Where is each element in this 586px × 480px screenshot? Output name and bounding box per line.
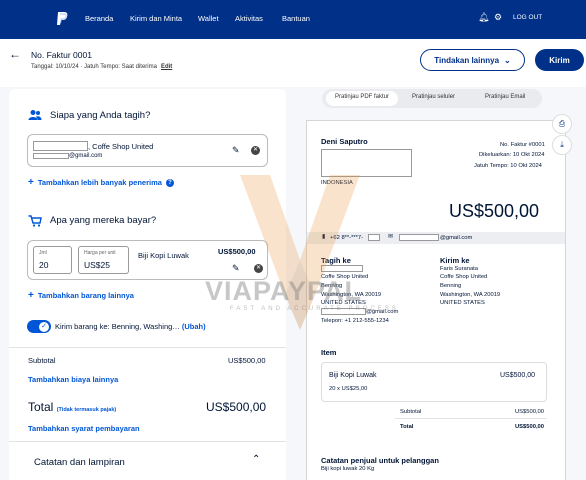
preview-item-amount: US$500,00 bbox=[500, 372, 536, 379]
download-icon[interactable]: ⤓ bbox=[552, 135, 572, 155]
preview-subtotal: US$500,00 bbox=[515, 409, 545, 415]
preview-invoice-no: No. Faktur #0001 bbox=[500, 142, 545, 148]
invoice-meta: Tanggal: 10/10/24 · Jatuh Tempo: Saat di… bbox=[31, 64, 173, 70]
notes-label: Catatan penjual untuk pelanggan bbox=[321, 456, 439, 465]
redacted-bill-name bbox=[321, 265, 363, 272]
pencil-icon[interactable]: ✎ bbox=[232, 145, 240, 156]
seller-phone: +62 8**-***7- bbox=[330, 235, 364, 241]
bill-phone: Telepon: +1 212-555-1234 bbox=[321, 318, 389, 324]
nav-activity[interactable]: Aktivitas bbox=[235, 14, 263, 23]
mail-icon: ✉ bbox=[388, 234, 393, 240]
preview-item-name: Biji Kopi Luwak bbox=[329, 372, 377, 379]
notes-text: Biji kopi luwak 20 Kg bbox=[321, 466, 375, 472]
redacted-name bbox=[33, 141, 88, 151]
ship-line: UNITED STATES bbox=[440, 300, 485, 306]
plus-icon: + bbox=[28, 290, 34, 301]
bell-icon[interactable]: 🔔︎ bbox=[478, 12, 489, 23]
divider bbox=[395, 418, 547, 419]
more-actions-button[interactable]: Tindakan lainnya ⌄ bbox=[420, 49, 525, 71]
plus-icon: + bbox=[28, 177, 34, 188]
item-amount: US$500,00 bbox=[218, 247, 256, 256]
divider bbox=[9, 347, 286, 348]
nav-help[interactable]: Bantuan bbox=[282, 14, 310, 23]
recipient-name: , Coffe Shop United bbox=[88, 142, 154, 151]
phone-icon: ▮ bbox=[322, 234, 326, 240]
users-icon bbox=[28, 110, 42, 120]
chevron-up-icon[interactable]: ⌃ bbox=[252, 454, 260, 465]
remove-icon[interactable]: ✕ bbox=[251, 146, 260, 155]
add-recipient-link[interactable]: + Tambahkan lebih banyak penerima? bbox=[28, 177, 174, 188]
preview-amount: US$500,00 bbox=[449, 201, 540, 221]
price-label: Harga per unit bbox=[84, 250, 116, 256]
bill-to-label: Tagih ke bbox=[321, 256, 351, 265]
gear-icon[interactable]: ⚙ bbox=[494, 12, 502, 23]
chevron-down-icon: ⌄ bbox=[504, 55, 511, 65]
nav-send-request[interactable]: Kirim dan Minta bbox=[130, 14, 182, 23]
help-icon[interactable]: ? bbox=[165, 179, 174, 188]
seller-country: INDONESIA bbox=[321, 180, 353, 186]
invoice-number: No. Faktur 0001 bbox=[31, 50, 92, 60]
subtotal-value: US$500,00 bbox=[228, 356, 266, 365]
item-name: Biji Kopi Luwak bbox=[138, 251, 189, 260]
preview-total: US$500,00 bbox=[515, 424, 545, 430]
ship-line: Coffe Shop United bbox=[440, 274, 488, 280]
redacted-address bbox=[321, 149, 412, 177]
redacted-phone bbox=[368, 234, 380, 241]
check-icon: ✓ bbox=[39, 321, 49, 332]
send-button[interactable]: Kirim bbox=[535, 49, 584, 71]
tab-email-preview[interactable]: Pratinjau Email bbox=[485, 94, 525, 100]
watermark-text: VIAPAYPAL bbox=[205, 276, 363, 306]
cart-icon bbox=[28, 215, 42, 227]
preview-due: Jatuh Tempo: 10 Okt 2024 bbox=[474, 163, 542, 169]
item-pencil-icon[interactable]: ✎ bbox=[232, 263, 240, 274]
shipping-text: Kirim barang ke: Benning, Washing… (Ubah… bbox=[55, 322, 206, 331]
recipient-title: Siapa yang Anda tagih? bbox=[50, 110, 151, 121]
preview-issued: Dikeluarkan: 10 Okt 2024 bbox=[479, 152, 545, 158]
preview-item-detail: 20 x US$25,00 bbox=[329, 386, 368, 392]
preview-total-label: Total bbox=[400, 424, 414, 430]
tab-mobile-preview[interactable]: Pratinjau seluler bbox=[412, 94, 455, 100]
logout-link[interactable]: LOG OUT bbox=[513, 14, 542, 21]
preview-subtotal-label: Subtotal bbox=[400, 409, 422, 415]
ship-line: Benning bbox=[440, 283, 462, 289]
nav-wallet[interactable]: Wallet bbox=[198, 14, 219, 23]
recipient-email: @gmail.com bbox=[69, 153, 103, 159]
edit-link[interactable]: Edit bbox=[161, 64, 172, 70]
total-label: Total (Tidak termasuk pajak) bbox=[28, 400, 117, 414]
price-value: US$25 bbox=[84, 260, 110, 270]
change-shipping-link[interactable]: (Ubah) bbox=[182, 322, 206, 331]
add-terms-link[interactable]: Tambahkan syarat pembayaran bbox=[28, 424, 140, 433]
preview-item-row bbox=[321, 362, 547, 402]
ship-line: Washington, WA 20019 bbox=[440, 292, 501, 298]
watermark-subtext: FAST AND ACCURATE PROCESS bbox=[230, 306, 399, 312]
ship-to-label: Kirim ke bbox=[440, 256, 470, 265]
items-label: Item bbox=[321, 348, 337, 357]
item-remove-icon[interactable]: ✕ bbox=[254, 264, 263, 273]
total-value: US$500,00 bbox=[206, 400, 267, 414]
seller-name: Deni Saputro bbox=[321, 137, 368, 146]
notes-title[interactable]: Catatan dan lampiran bbox=[34, 457, 125, 468]
quantity-label: Jml bbox=[39, 250, 47, 256]
paypal-logo-icon[interactable] bbox=[56, 11, 68, 26]
redacted-email bbox=[33, 153, 69, 159]
divider bbox=[9, 441, 286, 442]
redacted-email bbox=[399, 234, 439, 241]
seller-email: @gmail.com bbox=[440, 235, 473, 241]
nav-home[interactable]: Beranda bbox=[85, 14, 113, 23]
shipping-toggle[interactable]: ✓ bbox=[27, 320, 51, 333]
subtotal-label: Subtotal bbox=[28, 356, 56, 365]
add-fee-link[interactable]: Tambahkan biaya lainnya bbox=[28, 375, 118, 384]
ship-line: Faris Suranata bbox=[440, 266, 479, 272]
back-arrow-icon[interactable]: ← bbox=[9, 47, 21, 61]
quantity-value: 20 bbox=[39, 260, 49, 270]
add-item-link[interactable]: + Tambahkan barang lainnya bbox=[28, 290, 134, 301]
tab-pdf-preview[interactable]: Pratinjau PDF faktur bbox=[335, 94, 389, 100]
items-title: Apa yang mereka bayar? bbox=[50, 215, 157, 226]
print-icon[interactable]: ⎙ bbox=[552, 114, 572, 134]
